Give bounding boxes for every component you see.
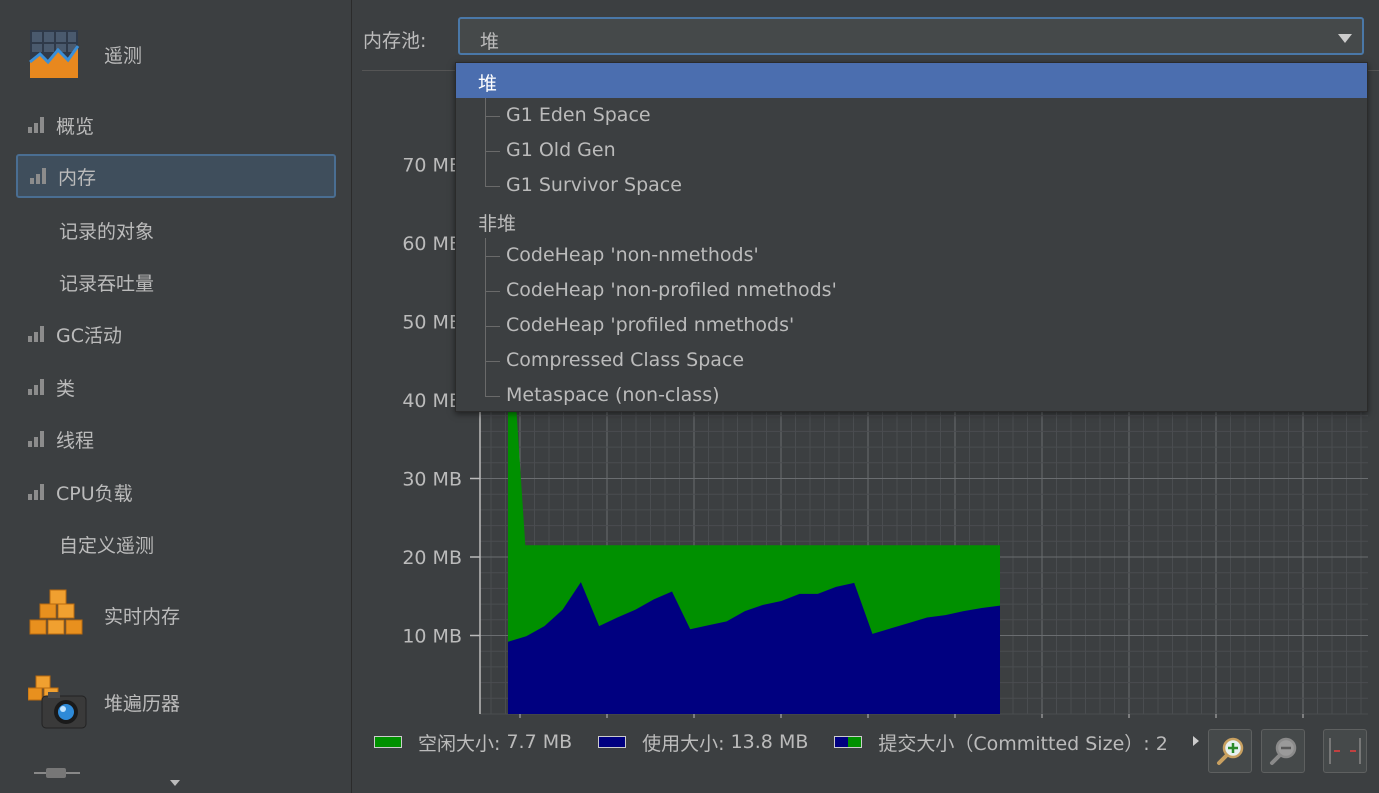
tree-line <box>485 396 500 397</box>
sidebar-item-label: 自定义遥测 <box>59 534 155 557</box>
sidebar-item-label: 类 <box>56 377 76 400</box>
tree-line <box>485 116 500 117</box>
y-tick-label: 10 MB <box>402 626 462 648</box>
dropdown-option-label: 堆 <box>478 73 498 95</box>
sidebar-item-label: 内存 <box>58 166 97 189</box>
dropdown-option-label: CodeHeap 'non-profiled nmethods' <box>506 279 837 301</box>
y-tick-label: 50 MB <box>402 312 462 334</box>
sidebar-item-gc-activity[interactable]: GC活动 <box>16 313 334 355</box>
sidebar-item-custom-telemetry[interactable]: 自定义遥测 <box>16 523 334 565</box>
legend-value: 7.7 MB <box>506 731 573 753</box>
sidebar-item-label: 线程 <box>56 429 95 452</box>
dropdown-option-label: G1 Old Gen <box>506 139 616 161</box>
dropdown-group-option[interactable]: 非堆 <box>456 203 1367 238</box>
fit-width-button[interactable] <box>1323 729 1367 773</box>
y-tick-label: 70 MB <box>402 155 462 177</box>
legend-more-icon[interactable] <box>1193 736 1199 746</box>
legend-swatch <box>374 736 402 748</box>
bar-chart-icon <box>30 168 48 184</box>
dropdown-option-label: CodeHeap 'profiled nmethods' <box>506 314 795 336</box>
legend-label: 空闲大小: <box>418 732 501 755</box>
live-memory-icon <box>29 589 83 635</box>
sidebar-item-label: CPU负载 <box>56 482 133 505</box>
dropdown-option-label: Metaspace (non-class) <box>506 384 720 406</box>
dropdown-option-label: Compressed Class Space <box>506 349 745 371</box>
sidebar-item-label: 记录的对象 <box>59 220 155 243</box>
legend-item-free: 空闲大小: 7.7 MB <box>374 729 572 756</box>
dropdown-option-label: CodeHeap 'non-nmethods' <box>506 244 759 266</box>
y-tick-label: 30 MB <box>402 469 462 491</box>
dropdown-option-label: G1 Eden Space <box>506 104 651 126</box>
sidebar-item-label: 堆遍历器 <box>104 692 181 715</box>
legend-value: 13.8 MB <box>730 731 809 753</box>
y-tick-label: 20 MB <box>402 547 462 569</box>
sidebar-item-overview[interactable]: 概览 <box>16 104 334 146</box>
dropdown-option[interactable]: G1 Eden Space <box>456 98 1367 133</box>
sidebar-item-label: 概览 <box>56 115 95 138</box>
sidebar-item-classes[interactable]: 类 <box>16 366 334 408</box>
sidebar-item-recorded-throughput[interactable]: 记录吞吐量 <box>16 261 334 303</box>
sidebar-item-memory[interactable]: 内存 <box>16 154 336 198</box>
tree-line <box>485 326 500 327</box>
zoom-in-button[interactable] <box>1208 729 1252 773</box>
sidebar-item-label: GC活动 <box>56 324 122 347</box>
sidebar-item-label: 遥测 <box>104 44 143 67</box>
tree-line <box>485 361 500 362</box>
memory-pool-dropdown: 堆 G1 Eden Space G1 Old Gen G1 Survivor Spac… <box>455 62 1368 412</box>
sidebar-item-label: 记录吞吐量 <box>59 272 155 295</box>
y-tick-label: 60 MB <box>402 233 462 255</box>
sidebar-item-recorded-objects[interactable]: 记录的对象 <box>16 209 334 251</box>
zoom-out-icon <box>1270 737 1297 765</box>
sidebar: 遥测 概览 内存 记录的对象 记录吞吐量 GC活动 类 线程 CPU负载 自定义… <box>0 0 352 793</box>
sidebar-item-cpu-load[interactable]: CPU负载 <box>16 471 334 513</box>
zoom-out-button[interactable] <box>1261 729 1305 773</box>
tree-line <box>485 186 500 187</box>
sidebar-item-threads[interactable]: 线程 <box>16 418 334 460</box>
fit-width-icon <box>1329 738 1361 764</box>
bar-chart-icon <box>28 117 46 133</box>
bar-chart-icon <box>28 484 46 500</box>
bar-chart-icon <box>28 379 46 395</box>
dropdown-option[interactable]: CodeHeap 'non-nmethods' <box>456 238 1367 273</box>
legend-swatch <box>598 736 627 748</box>
tree-line <box>485 291 500 292</box>
dropdown-option[interactable]: Compressed Class Space <box>456 343 1367 378</box>
zoom-in-icon <box>1217 737 1244 765</box>
chart-legend: 空闲大小: 7.7 MB 使用大小: 13.8 MB 提交大小（Committe… <box>374 727 1194 757</box>
legend-label: 提交大小（Committed Size）: 2 <box>878 732 1168 755</box>
legend-item-used: 使用大小: 13.8 MB <box>598 729 808 756</box>
legend-item-committed: 提交大小（Committed Size）: 2 <box>834 729 1168 756</box>
sidebar-item-telemetry[interactable]: 遥测 <box>28 28 142 80</box>
legend-swatch <box>834 736 863 748</box>
tree-line <box>485 256 500 257</box>
dropdown-option[interactable]: CodeHeap 'non-profiled nmethods' <box>456 273 1367 308</box>
dropdown-option[interactable]: Metaspace (non-class) <box>456 378 1367 413</box>
dropdown-option[interactable]: CodeHeap 'profiled nmethods' <box>456 308 1367 343</box>
connector-icon <box>34 762 80 778</box>
dropdown-group-option[interactable]: 堆 <box>456 63 1367 98</box>
legend-label: 使用大小: <box>642 732 725 755</box>
scroll-down-icon[interactable] <box>170 780 180 786</box>
sidebar-item-label: 实时内存 <box>104 605 181 628</box>
sidebar-item-live-memory[interactable]: 实时内存 <box>28 588 180 642</box>
dropdown-option-label: G1 Survivor Space <box>506 174 682 196</box>
dropdown-option-label: 非堆 <box>478 213 517 235</box>
bar-chart-icon <box>28 326 46 342</box>
sidebar-item-heap-walker[interactable]: 堆遍历器 <box>28 674 180 730</box>
bar-chart-icon <box>28 431 46 447</box>
tree-line <box>485 151 500 152</box>
telemetry-icon <box>29 30 80 78</box>
dropdown-option[interactable]: G1 Survivor Space <box>456 168 1367 203</box>
y-tick-label: 40 MB <box>402 390 462 412</box>
heap-walker-icon <box>28 675 87 729</box>
dropdown-option[interactable]: G1 Old Gen <box>456 133 1367 168</box>
